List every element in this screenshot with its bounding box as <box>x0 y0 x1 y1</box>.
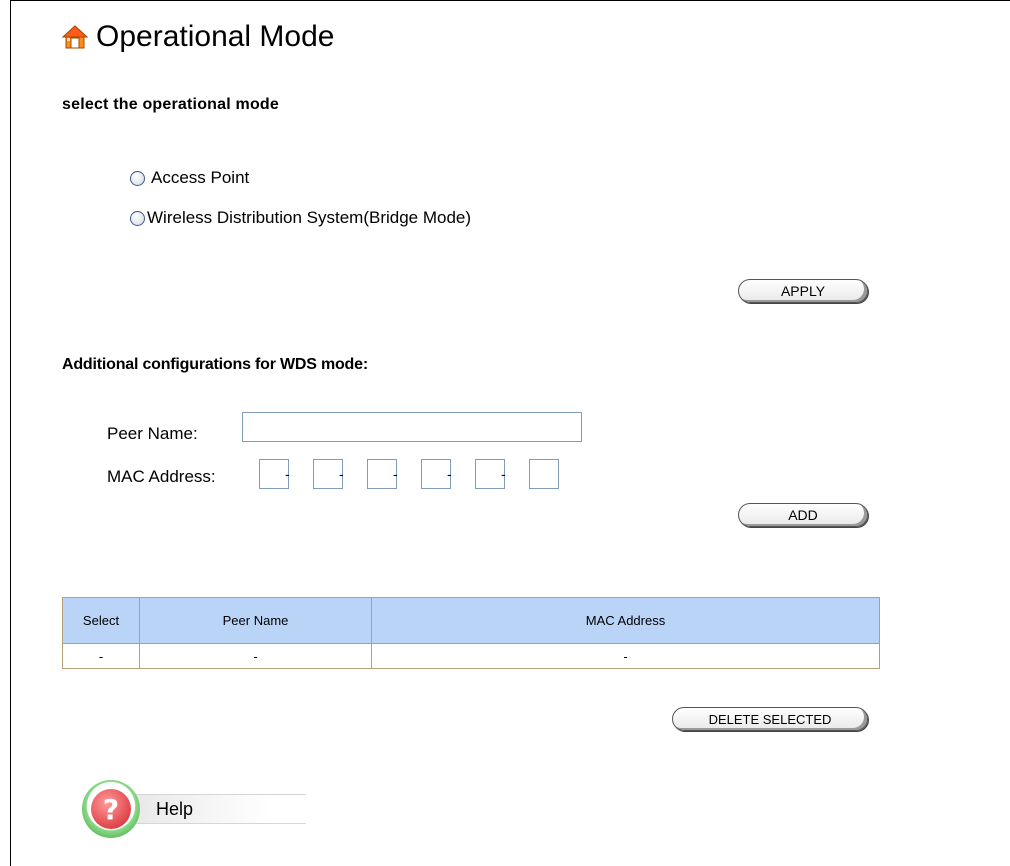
mode-subtitle: select the operational mode <box>62 96 280 113</box>
mac-separator: - <box>501 466 506 482</box>
mac-separator: - <box>339 466 344 482</box>
radio-access-point[interactable]: Access Point <box>130 168 249 188</box>
column-header-peer-name: Peer Name <box>139 597 372 644</box>
page-title: Operational Mode <box>61 20 335 54</box>
mac-separator: - <box>393 466 398 482</box>
table-header-row: Select Peer Name MAC Address <box>62 597 880 644</box>
cell-select: - <box>62 643 140 669</box>
cell-peer-name: - <box>139 643 372 669</box>
delete-selected-button[interactable]: DELETE SELECTED <box>672 707 868 731</box>
wds-peer-table: Select Peer Name MAC Address - - - <box>62 597 880 669</box>
question-icon: ? <box>91 789 131 829</box>
page-title-text: Operational Mode <box>96 20 335 53</box>
help-link[interactable]: ? Help <box>82 780 306 838</box>
column-header-mac-address: MAC Address <box>371 597 880 644</box>
mac-separator: - <box>285 466 290 482</box>
radio-wds[interactable]: Wireless Distribution System(Bridge Mode… <box>130 208 471 228</box>
radio-label-wds: Wireless Distribution System(Bridge Mode… <box>147 208 472 227</box>
help-badge[interactable]: ? <box>82 780 140 838</box>
mac-address-fields: - - - - - <box>259 459 559 489</box>
column-header-select: Select <box>62 597 140 644</box>
radio-button[interactable] <box>130 170 145 186</box>
mac-octet-6[interactable] <box>529 459 559 489</box>
apply-button[interactable]: APPLY <box>738 279 868 303</box>
cell-mac-address: - <box>371 643 880 669</box>
radio-button[interactable] <box>130 210 145 226</box>
mac-address-label: MAC Address: <box>107 467 216 486</box>
radio-label-access-point: Access Point <box>151 168 250 187</box>
table-row: - - - <box>62 643 880 669</box>
peer-name-input[interactable] <box>242 412 582 442</box>
help-label[interactable]: Help <box>128 794 306 824</box>
add-button[interactable]: ADD <box>738 503 868 527</box>
peer-name-label: Peer Name: <box>107 424 198 443</box>
home-icon <box>61 24 89 50</box>
wds-heading: Additional configurations for WDS mode: <box>62 356 368 373</box>
mac-separator: - <box>447 466 452 482</box>
